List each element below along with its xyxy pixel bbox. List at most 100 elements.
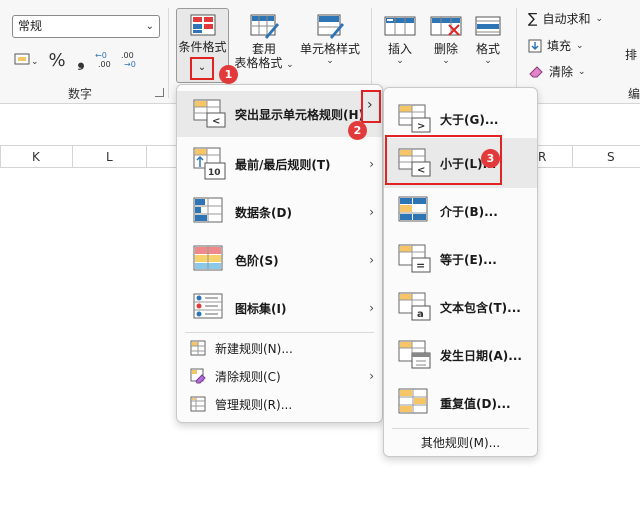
column-divider: [0, 146, 1, 167]
date-occurring-label: 发生日期(A)...: [440, 348, 522, 363]
chevron-down-icon: ⌄: [578, 66, 586, 77]
group-separator: [516, 8, 517, 98]
icon-sets-icon: [193, 293, 223, 319]
text-contains-label: 文本包含(T)...: [440, 300, 521, 315]
decrease-decimal-button[interactable]: .00 →0: [120, 49, 142, 71]
highlight-cells-rules-icon: <: [193, 99, 226, 128]
submenu-item-equal-to[interactable]: = 等于(E)...: [384, 236, 537, 282]
duplicate-values-label: 重复值(D)...: [440, 396, 511, 411]
conditional-formatting-dropdown[interactable]: ⌄: [190, 57, 214, 80]
chevron-right-icon: ›: [369, 157, 374, 171]
svg-text:⌄: ⌄: [31, 57, 39, 67]
chevron-right-icon: ›: [369, 301, 374, 315]
clear-rules-label: 清除规则(C): [215, 369, 281, 384]
number-format-dropdown[interactable]: 常规 ⌄: [12, 15, 160, 38]
accounting-format-button[interactable]: ⌄: [14, 49, 42, 71]
cell-styles-button[interactable]: 单元格样式 ⌄: [298, 8, 362, 66]
submenu-arrow-highlight[interactable]: ›: [361, 90, 381, 123]
fill-label: 填充: [547, 39, 572, 53]
menu-item-manage-rules[interactable]: 管理规则(R)...: [177, 391, 382, 417]
column-divider: [572, 146, 573, 167]
calendar-icon: [398, 340, 431, 369]
more-rules-label: 其他规则(M)...: [420, 435, 501, 450]
menu-item-clear-rules[interactable]: 清除规则(C) ›: [177, 363, 382, 389]
submenu-item-duplicate-values[interactable]: 重复值(D)...: [384, 380, 537, 426]
column-header-k[interactable]: K: [32, 150, 40, 164]
equal-to-label: 等于(E)...: [440, 252, 497, 267]
chevron-down-icon: ⌄: [197, 62, 207, 73]
clear-button[interactable]: 清除 ⌄: [528, 63, 586, 80]
menu-divider: [392, 428, 529, 429]
menu-item-data-bars[interactable]: 数据条(D) ›: [177, 189, 382, 235]
decrease-decimal-icon: .00 →0: [121, 51, 136, 69]
chevron-down-icon: ⌄: [484, 56, 492, 66]
increase-decimal-button[interactable]: ←0 .00: [94, 49, 116, 71]
chevron-down-icon: ⌄: [595, 13, 603, 24]
submenu-item-text-contains[interactable]: a 文本包含(T)...: [384, 284, 537, 330]
menu-item-icon-sets[interactable]: 图标集(I) ›: [177, 285, 382, 331]
currency-icon: ⌄: [14, 53, 39, 67]
chevron-down-icon: ⌄: [576, 40, 584, 51]
increase-decimal-icon: ←0 .00: [95, 51, 111, 69]
format-as-table-button[interactable]: 套用 表格格式 ⌄: [234, 8, 294, 72]
editing-group-label: 编: [628, 87, 640, 101]
format-as-table-icon: [250, 14, 279, 39]
chevron-down-icon: ⌄: [442, 56, 450, 66]
insert-button[interactable]: 插入 ⌄: [380, 8, 420, 66]
submenu-item-between[interactable]: 介于(B)...: [384, 188, 537, 234]
delete-icon: [430, 16, 462, 36]
chevron-down-icon: ⌄: [286, 60, 294, 70]
submenu-item-date-occurring[interactable]: 发生日期(A)...: [384, 332, 537, 378]
chevron-right-icon: ›: [369, 369, 374, 383]
step-badge-2: 2: [348, 121, 367, 140]
column-header-s[interactable]: S: [607, 150, 615, 164]
insert-icon: [384, 16, 416, 36]
submenu-item-more-rules[interactable]: 其他规则(M)...: [384, 430, 537, 454]
chevron-down-icon: ⌄: [145, 21, 154, 32]
format-button[interactable]: 格式 ⌄: [470, 8, 506, 66]
delete-button[interactable]: 删除 ⌄: [426, 8, 466, 66]
eraser-icon: [529, 65, 543, 77]
format-cells-icon: [475, 16, 501, 36]
highlight-rules-label: 突出显示单元格规则(H): [235, 107, 365, 122]
text-contains-icon: a: [398, 292, 431, 321]
svg-text:10: 10: [208, 168, 221, 178]
conditional-formatting-icon: [190, 14, 215, 36]
between-icon: [398, 196, 428, 222]
top-bottom-rules-icon: 10: [193, 147, 226, 180]
column-divider: [72, 146, 73, 167]
equal-to-icon: =: [398, 244, 431, 273]
between-label: 介于(B)...: [440, 204, 498, 219]
format-label: 格式: [475, 42, 500, 56]
menu-item-new-rule[interactable]: 新建规则(N)...: [177, 335, 382, 361]
column-divider: [146, 146, 147, 167]
fill-button[interactable]: 填充 ⌄: [528, 37, 584, 54]
autosum-button[interactable]: ∑ 自动求和 ⌄: [528, 10, 603, 27]
percent-style-button[interactable]: %: [46, 49, 68, 71]
autosum-label: 自动求和: [542, 12, 591, 26]
new-rule-icon: [190, 340, 206, 356]
chevron-right-icon: ›: [367, 97, 373, 113]
menu-item-top-bottom-rules[interactable]: 10 最前/最后规则(T) ›: [177, 141, 382, 187]
chevron-down-icon: ⌄: [396, 56, 404, 66]
sort-filter-button[interactable]: 排: [625, 46, 637, 63]
column-header-r[interactable]: R: [538, 150, 546, 164]
greater-than-icon: >: [398, 104, 431, 133]
svg-text:>: >: [417, 121, 425, 132]
comma-style-button[interactable]: ❟: [72, 49, 90, 71]
dialog-launcher-icon[interactable]: [155, 88, 164, 97]
cell-styles-label: 单元格样式: [299, 42, 360, 56]
menu-divider: [185, 332, 374, 333]
column-header-l[interactable]: L: [106, 150, 113, 164]
format-as-table-label-line1: 套用: [251, 42, 276, 56]
color-scales-icon: [193, 245, 223, 271]
top-bottom-rules-label: 最前/最后规则(T): [235, 157, 331, 172]
number-group-label: 数字: [68, 87, 93, 101]
duplicate-values-icon: [398, 388, 428, 414]
clear-rules-icon: [190, 368, 206, 384]
menu-item-color-scales[interactable]: 色阶(S) ›: [177, 237, 382, 283]
clear-label: 清除: [549, 65, 574, 79]
sigma-icon: ∑: [528, 10, 538, 27]
icon-sets-label: 图标集(I): [235, 301, 287, 316]
manage-rules-icon: [190, 396, 206, 412]
